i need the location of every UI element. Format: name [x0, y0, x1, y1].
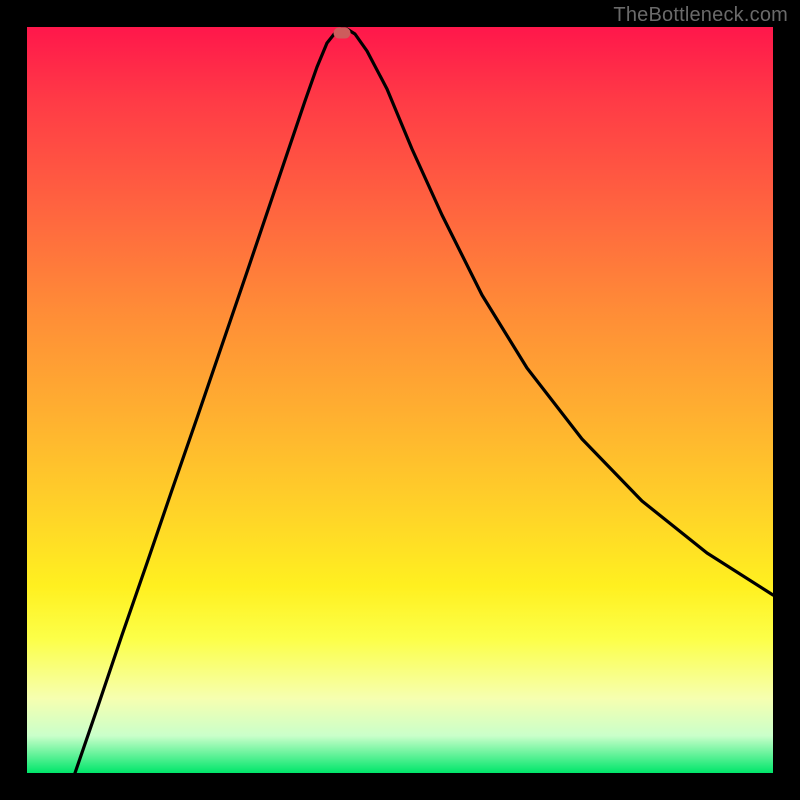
minimum-marker: [334, 28, 351, 39]
chart-plot-area: [27, 27, 773, 773]
bottleneck-curve: [27, 27, 773, 773]
watermark-text: TheBottleneck.com: [613, 4, 788, 27]
